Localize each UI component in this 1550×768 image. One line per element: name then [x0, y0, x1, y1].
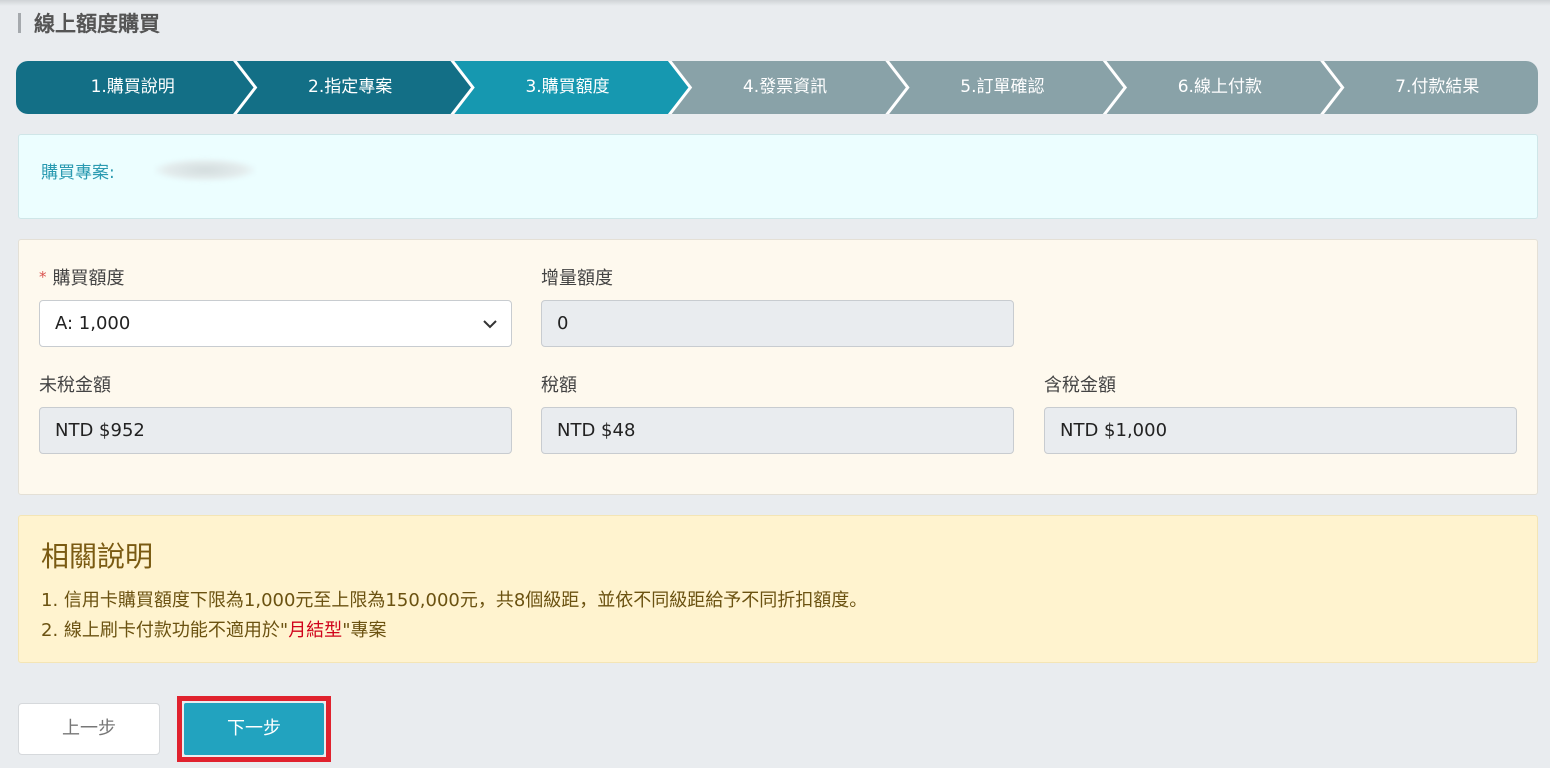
note-line-2-suffix: "專案 — [342, 620, 387, 641]
step-7-label: 7.付款結果 — [1395, 77, 1480, 97]
top-shadow — [0, 0, 1550, 6]
next-step-button[interactable]: 下一步 — [184, 703, 324, 755]
step-4-label: 4.發票資訊 — [742, 77, 828, 97]
purchase-amount-value: A: 1,000 — [55, 313, 131, 334]
notes-panel: 相關說明 1. 信用卡購買額度下限為1,000元至上限為150,000元，共8個… — [18, 515, 1538, 663]
pre-tax-label: 未稅金額 — [39, 375, 111, 396]
total-field: NTD $1,000 — [1044, 407, 1517, 454]
purchase-amount-label: * 購買額度 — [39, 264, 125, 290]
increment-label: 增量額度 — [541, 268, 613, 289]
tax-field: NTD $48 — [541, 407, 1014, 454]
chevron-down-icon — [483, 320, 497, 329]
tax-label: 稅額 — [541, 375, 577, 396]
step-3-label: 3.購買額度 — [525, 77, 610, 97]
project-name-redacted — [155, 159, 255, 181]
purchase-amount-select[interactable]: A: 1,000 — [39, 300, 512, 347]
title-accent-bar — [18, 13, 21, 33]
page-title: 線上額度購買 — [18, 10, 160, 36]
step-6-label: 6.線上付款 — [1177, 77, 1262, 97]
previous-step-button[interactable]: 上一步 — [18, 703, 160, 755]
step-1-label: 1.購買說明 — [90, 77, 175, 97]
project-info-panel: 購買專案: — [18, 134, 1538, 219]
pre-tax-field: NTD $952 — [39, 407, 512, 454]
purchase-form: * 購買額度 A: 1,000 增量額度 0 未稅金額 NTD $952 稅額 N… — [18, 239, 1538, 495]
note-line-1: 1. 信用卡購買額度下限為1,000元至上限為150,000元，共8個級距，並依… — [41, 590, 868, 611]
notes-title: 相關說明 — [41, 540, 154, 573]
note-line-2-prefix: 2. 線上刷卡付款功能不適用於" — [41, 620, 289, 641]
page: 線上額度購買 1.購買說明 2.指定專案 3.購買額度 4.發票資訊 5.訂單確認 6.線… — [0, 0, 1550, 768]
step-2-label: 2.指定專案 — [308, 77, 393, 97]
page-title-text: 線上額度購買 — [34, 12, 160, 36]
note-line-2-highlight: 月結型 — [288, 620, 343, 641]
total-label: 含稅金額 — [1044, 375, 1116, 396]
increment-field: 0 — [541, 300, 1014, 347]
project-label: 購買專案: — [41, 163, 115, 183]
note-line-2: 2. 線上刷卡付款功能不適用於"月結型"專案 — [41, 616, 386, 642]
step-5-label: 5.訂單確認 — [960, 77, 1045, 97]
progress-stepper: 1.購買說明 2.指定專案 3.購買額度 4.發票資訊 5.訂單確認 6.線上付款 7.付款… — [16, 61, 1538, 114]
required-mark: * — [39, 268, 47, 286]
purchase-amount-label-text: 購買額度 — [52, 268, 125, 289]
